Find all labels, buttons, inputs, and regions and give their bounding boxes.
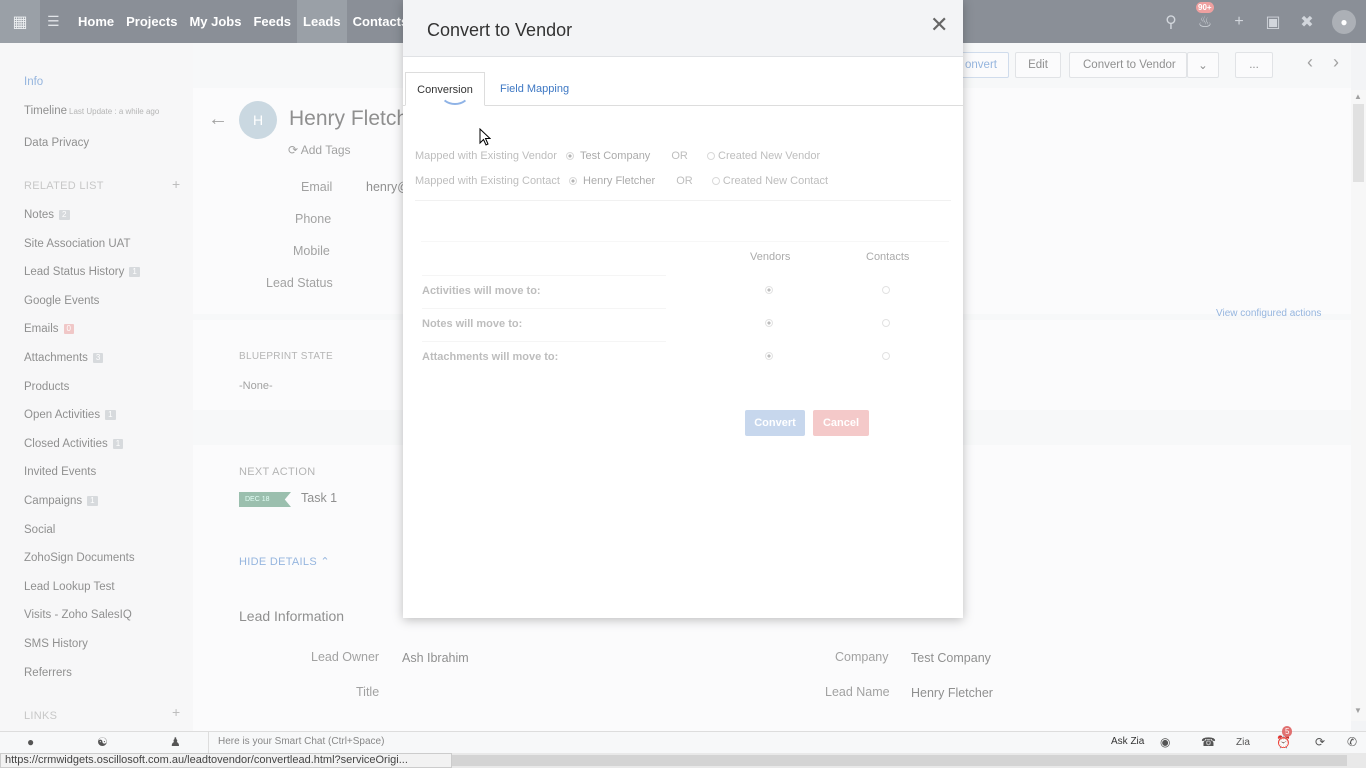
existing-vendor-value: Test Company — [580, 150, 651, 162]
new-contact-label: Created New Contact — [722, 175, 829, 187]
new-vendor-label: Created New Vendor — [718, 150, 821, 162]
divider — [421, 241, 949, 242]
existing-contact-radio[interactable] — [568, 177, 577, 186]
activities-vendors-radio[interactable] — [765, 286, 773, 294]
vendor-mapping-label: Mapped with Existing Vendor — [415, 150, 557, 162]
dialog-tabs: Conversion Field Mapping — [403, 72, 963, 106]
close-icon[interactable]: ✕ — [930, 12, 948, 38]
divider — [415, 200, 951, 201]
new-contact-radio[interactable] — [711, 177, 720, 186]
notes-contacts-radio[interactable] — [882, 319, 890, 327]
dialog-header: Convert to Vendor ✕ — [403, 0, 963, 57]
smart-chat-input[interactable]: Here is your Smart Chat (Ctrl+Space) — [208, 732, 1103, 753]
activities-move-label: Activities will move to: — [422, 285, 541, 297]
contacts-icon[interactable]: ♟ — [170, 735, 181, 749]
alarm-icon[interactable]: ⏰ 5 — [1276, 726, 1293, 749]
channels-icon[interactable]: ☯ — [97, 735, 108, 749]
chat-icon[interactable]: ● — [27, 735, 34, 749]
notes-vendors-radio[interactable] — [765, 319, 773, 327]
contact-mapping-label: Mapped with Existing Contact — [415, 175, 560, 187]
table-row-divider — [422, 308, 666, 309]
bottom-bar: ● ☯ ♟ Here is your Smart Chat (Ctrl+Spac… — [0, 726, 1366, 753]
notes-move-label: Notes will move to: — [422, 318, 523, 330]
contact-or-label: OR — [676, 175, 693, 187]
contacts-column-header: Contacts — [866, 251, 910, 263]
table-row-divider — [422, 341, 666, 342]
table-row-divider — [422, 275, 666, 276]
activities-contacts-radio[interactable] — [882, 286, 890, 294]
dialog-convert-button[interactable]: Convert — [745, 410, 805, 436]
attachments-contacts-radio[interactable] — [882, 352, 890, 360]
call-icon[interactable]: ✆ — [1347, 735, 1357, 749]
phone-mobile-icon[interactable]: ☎ — [1201, 735, 1216, 749]
loading-spinner-icon — [440, 81, 470, 105]
dialog-title: Convert to Vendor — [427, 20, 573, 40]
vendor-or-label: OR — [671, 150, 688, 162]
history-icon[interactable]: ⟳ — [1315, 735, 1325, 749]
new-vendor-radio[interactable] — [706, 152, 715, 161]
horizontal-scroll-thumb[interactable] — [452, 755, 1347, 766]
attachments-move-label: Attachments will move to: — [422, 351, 559, 363]
tab-field-mapping[interactable]: Field Mapping — [500, 72, 569, 106]
contact-mapping-row: Mapped with Existing Contact Henry Fletc… — [415, 175, 828, 187]
vendors-column-header: Vendors — [750, 251, 791, 263]
ask-zia-button[interactable]: Ask Zia — [1111, 736, 1144, 747]
dialog-cancel-button[interactable]: Cancel — [813, 410, 869, 436]
vendor-mapping-row: Mapped with Existing Vendor Test Company… — [415, 150, 820, 162]
existing-contact-value: Henry Fletcher — [583, 175, 656, 187]
attachments-vendors-radio[interactable] — [765, 352, 773, 360]
mouse-cursor-icon — [479, 128, 491, 146]
zia-icon[interactable]: Zia — [1236, 737, 1250, 748]
gamepad-icon[interactable]: ◉ — [1160, 735, 1170, 749]
browser-status-url: https://crmwidgets.oscillosoft.com.au/le… — [0, 753, 452, 768]
existing-vendor-radio[interactable] — [565, 152, 574, 161]
horizontal-scrollbar[interactable] — [452, 753, 1366, 768]
convert-to-vendor-dialog: Convert to Vendor ✕ Conversion Field Map… — [403, 0, 963, 618]
alarm-badge: 5 — [1282, 726, 1293, 737]
